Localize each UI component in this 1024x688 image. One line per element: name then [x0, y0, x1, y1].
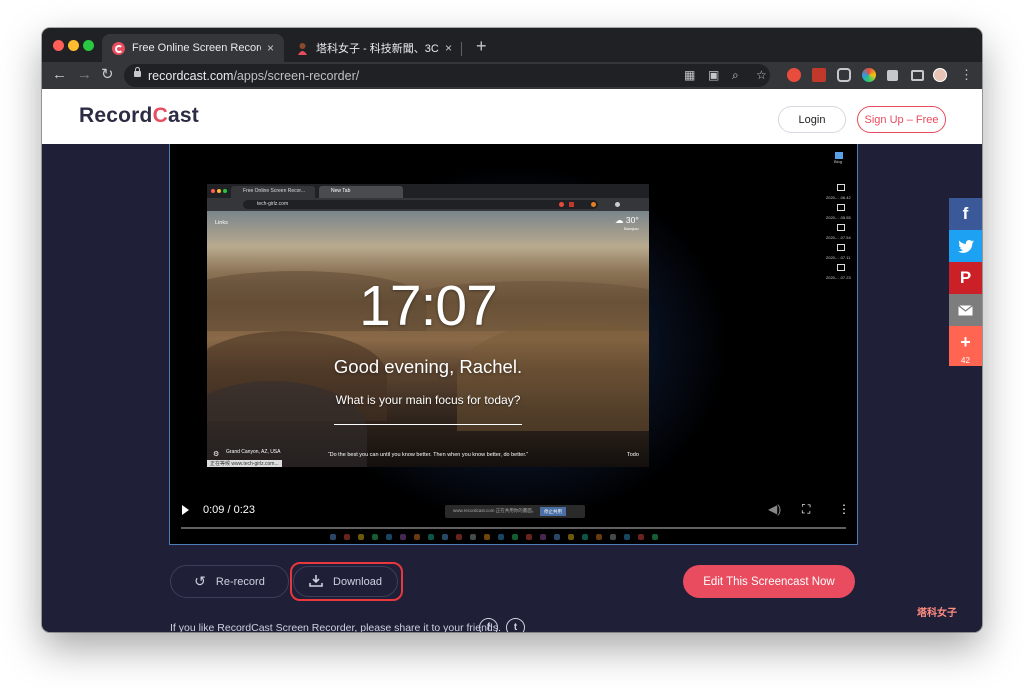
lock-icon — [134, 67, 141, 77]
techgirlz-favicon-icon — [296, 42, 309, 55]
tab-close-icon[interactable]: × — [267, 41, 274, 55]
more-side-share-button[interactable]: + 42 — [949, 326, 982, 366]
desktop-file-label: 2020-....06.42 — [826, 195, 851, 200]
main-content: Blog 2020-....06.42 2020-....05.55 2020-… — [42, 144, 982, 632]
browser-toolbar: ← → ↻ recordcast.com/apps/screen-recorde… — [42, 62, 982, 89]
back-button[interactable]: ← — [52, 66, 67, 84]
maximize-window-button[interactable] — [83, 40, 94, 51]
recorded-tab-bar: Free Online Screen Recor... New Tab — [207, 184, 649, 198]
menu-icon[interactable]: ⋮ — [960, 66, 973, 84]
tab-title: Free Online Screen Recorder - — [132, 42, 261, 54]
email-side-share-button[interactable] — [949, 294, 982, 326]
rerecord-label: Re-record — [215, 575, 265, 588]
recordcast-logo[interactable]: RecordCast — [79, 104, 199, 128]
login-button[interactable]: Login — [778, 106, 846, 133]
url-text: recordcast.com/apps/screen-recorder/ — [148, 69, 360, 83]
more-options-icon[interactable]: ⋮ — [838, 502, 850, 516]
desktop-file-label: 2020-....07.11 — [826, 255, 851, 260]
tab-title: 塔科女子 - 科技新聞、3C 教學、 — [316, 43, 439, 55]
focus-question: What is your main focus for today? — [335, 393, 521, 407]
pinterest-side-share-button[interactable]: P — [949, 262, 982, 294]
extensions-puzzle-icon[interactable] — [887, 70, 898, 81]
fullscreen-icon[interactable]: ⛶ — [802, 502, 810, 517]
facebook-side-share-button[interactable]: f — [949, 198, 982, 230]
bookmark-star-icon[interactable]: ☆ — [756, 68, 767, 82]
desktop-file-label: 2020-....07.54 — [826, 235, 851, 240]
share-count: 42 — [961, 356, 970, 365]
status-url: 正在等候 www.tech-girlz.com... — [207, 460, 282, 467]
address-bar[interactable]: recordcast.com/apps/screen-recorder/ ▦ ▣… — [124, 64, 770, 87]
watermark: 塔科女子 — [917, 608, 957, 619]
recordcast-favicon-icon — [112, 41, 125, 55]
extension-s-icon[interactable] — [787, 68, 801, 82]
tab-bar: Free Online Screen Recorder - × 塔科女子 - 科… — [42, 28, 982, 62]
profile-avatar[interactable] — [933, 68, 947, 82]
recorded-tab-title: New Tab — [331, 188, 351, 194]
file-icon — [837, 204, 845, 211]
file-icon — [837, 184, 845, 191]
share-prompt: If you like RecordCast Screen Recorder, … — [170, 622, 501, 632]
close-window-button[interactable] — [53, 40, 64, 51]
rerecord-icon: ↺ — [194, 573, 206, 589]
file-icon — [837, 264, 845, 271]
recorded-tab-title: Free Online Screen Recor... — [243, 188, 305, 194]
site-header: RecordCast Login Sign Up – Free — [42, 89, 982, 144]
tab-techgirlz[interactable]: 塔科女子 - 科技新聞、3C 教學、 × — [286, 34, 462, 62]
plus-icon: + — [960, 332, 971, 352]
dock — [330, 532, 680, 542]
forward-button[interactable]: → — [77, 66, 92, 84]
tab-recordcast[interactable]: Free Online Screen Recorder - × — [102, 34, 284, 62]
desktop-file-label: 2020-....05.55 — [826, 215, 851, 220]
screen-share-notice: www.recordcast.com 正在共用你的畫面。 停止共用 — [445, 505, 585, 518]
play-icon[interactable] — [182, 505, 189, 515]
weather-location: Banqiao — [624, 226, 639, 231]
file-icon — [837, 224, 845, 231]
pocket-icon[interactable] — [837, 68, 851, 82]
recorded-url: tech-girlz.com — [257, 201, 289, 207]
translate-icon[interactable]: ▣ — [708, 68, 719, 82]
focus-input-line — [334, 424, 522, 425]
tab-divider — [461, 42, 462, 56]
links-label: Links — [215, 220, 228, 226]
recorded-screen: Free Online Screen Recor... New Tab tech… — [207, 184, 649, 467]
edit-screencast-button[interactable]: Edit This Screencast Now — [683, 565, 855, 598]
twitter-share-icon[interactable]: t — [506, 618, 525, 632]
new-tab-button[interactable]: + — [476, 37, 487, 55]
browser-window: Free Online Screen Recorder - × 塔科女子 - 科… — [42, 28, 982, 632]
signup-button[interactable]: Sign Up – Free — [857, 106, 946, 133]
video-player[interactable]: Blog 2020-....06.42 2020-....05.55 2020-… — [169, 144, 858, 545]
reload-button[interactable]: ↻ — [101, 66, 114, 84]
facebook-share-icon[interactable]: f — [479, 618, 498, 632]
volume-icon[interactable]: ◀) — [768, 502, 781, 516]
desktop-file-label: 2020-....07.23 — [826, 275, 851, 280]
cast-icon[interactable] — [911, 70, 924, 81]
extension-color-icon[interactable] — [862, 68, 876, 82]
minimize-window-button[interactable] — [68, 40, 79, 51]
desktop-folder-label: Blog — [834, 159, 843, 164]
settings-icon: ⚙ — [213, 451, 220, 458]
recorded-toolbar: tech-girlz.com — [207, 198, 649, 211]
grand-canyon-photo — [207, 211, 649, 467]
file-icon — [837, 244, 845, 251]
folder-icon — [835, 152, 843, 159]
rerecord-button[interactable]: ↺ Re-record — [170, 565, 289, 598]
video-progress-bar[interactable] — [181, 527, 846, 529]
download-highlight-box — [290, 562, 403, 601]
zoom-icon[interactable]: ⌕ — [732, 68, 739, 83]
video-time: 0:09 / 0:23 — [203, 504, 256, 516]
photo-location: Grand Canyon, AZ, USA — [226, 449, 281, 455]
qr-code-icon[interactable]: ▦ — [684, 68, 695, 82]
stop-sharing-button: 停止共用 — [540, 507, 566, 516]
extension-book-icon[interactable] — [812, 68, 826, 82]
todo-label: Todo — [627, 452, 639, 458]
weather-temp: ☁ 30° — [615, 215, 639, 225]
twitter-side-share-button[interactable] — [949, 230, 982, 262]
greeting: Good evening, Rachel. — [333, 356, 523, 377]
clock: 17:07 — [359, 274, 498, 338]
tab-close-icon[interactable]: × — [445, 41, 452, 55]
